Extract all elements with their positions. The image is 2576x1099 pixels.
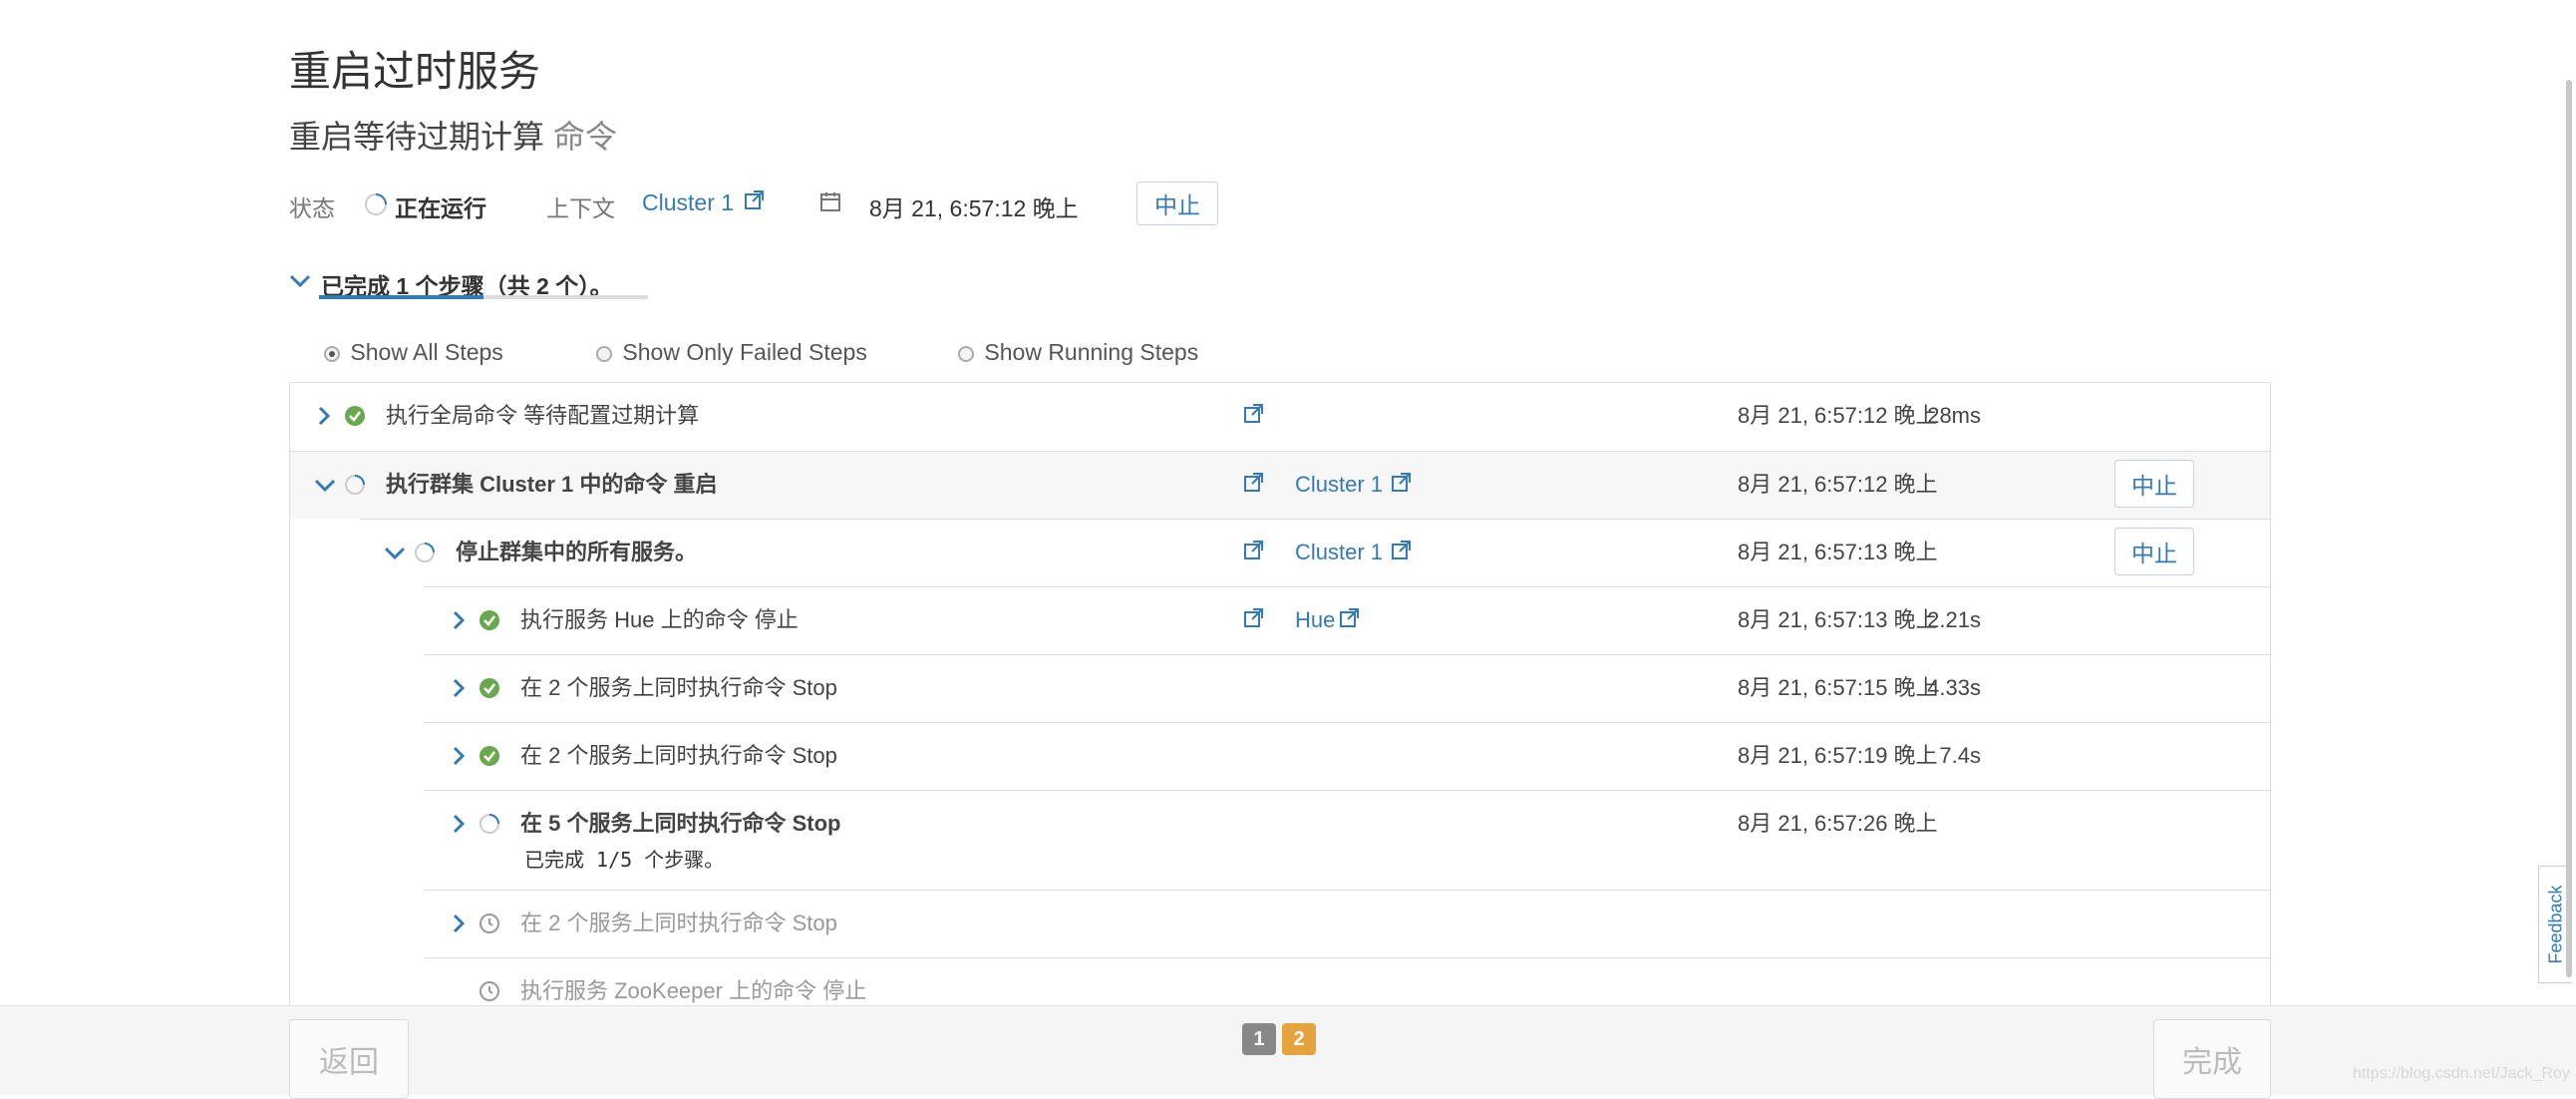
external-link-icon[interactable] (1391, 540, 1413, 561)
step-row[interactable]: 停止群集中的所有服务。 Cluster 1 8月 21, 6:57:13 晚上 中止 (360, 519, 2270, 586)
step-abort-button[interactable]: 中止 (2114, 528, 2194, 575)
step-start-time: 8月 21, 6:57:26 晚上 (1738, 811, 1938, 836)
spinner-icon (364, 192, 388, 216)
external-link-icon[interactable] (744, 189, 766, 211)
chevron-right-icon[interactable] (451, 813, 467, 835)
step-name: 在 2 个服务上同时执行命令 Stop (520, 743, 837, 768)
status-bar: 状态 正在运行 上下文 Cluster 1 8月 21, 6:57:12 晚上 … (289, 182, 1246, 225)
step-name: 执行服务 Hue 上的命令 停止 (520, 607, 799, 632)
filter-label: Show Running Steps (984, 339, 1199, 365)
radio-icon[interactable] (596, 345, 612, 362)
step-name: 执行群集 Cluster 1 中的命令 重启 (386, 472, 718, 497)
spinner-icon (479, 813, 500, 835)
steps-table: 执行全局命令 等待配置过期计算 8月 21, 6:57:12 晚上 28ms 执行群集… (289, 382, 2271, 1005)
step-row[interactable]: 执行全局命令 等待配置过期计算 8月 21, 6:57:12 晚上 28ms (290, 383, 2270, 451)
command-title: 重启等待过期计算 命令 (289, 112, 617, 158)
step-row[interactable]: 执行服务 Hue 上的命令 停止 Hue 8月 21, 6:57:13 晚上 2.21… (425, 586, 2270, 654)
check-circle-icon (479, 609, 500, 631)
command-name: 重启等待过期计算 (289, 119, 545, 155)
chevron-right-icon[interactable] (316, 405, 332, 427)
check-circle-icon (479, 677, 500, 699)
page-1[interactable]: 1 (1242, 1023, 1276, 1055)
check-circle-icon (344, 405, 366, 427)
step-row[interactable]: 在 2 个服务上同时执行命令 Stop 8月 21, 6:57:19 晚上 7.4s (425, 722, 2270, 790)
status-value: 正在运行 (395, 195, 486, 221)
spinner-icon (344, 474, 366, 496)
abort-button[interactable]: 中止 (1136, 182, 1218, 225)
radio-icon[interactable] (958, 345, 974, 362)
step-duration: 28ms (1927, 403, 1981, 428)
step-start-time: 8月 21, 6:57:12 晚上 (1738, 472, 1938, 497)
chevron-right-icon[interactable] (451, 677, 467, 699)
check-circle-icon (479, 745, 500, 767)
external-link-icon[interactable] (1243, 472, 1265, 494)
page-title: 重启过时服务 (289, 48, 541, 95)
summary-progress-fill (319, 295, 483, 299)
radio-selected-icon[interactable] (324, 345, 340, 362)
filter-running-steps[interactable]: Show Running Steps (958, 339, 1198, 366)
step-duration: 2.21s (1927, 607, 1981, 632)
step-context-link[interactable]: Cluster 1 (1295, 471, 1383, 499)
feedback-label: Feedback (2545, 885, 2565, 964)
step-name: 在 5 个服务上同时执行命令 Stop (520, 811, 841, 836)
scrollbar[interactable] (2566, 80, 2572, 977)
page-2[interactable]: 2 (1282, 1023, 1316, 1055)
step-context-link[interactable]: Hue (1295, 606, 1335, 634)
finish-button[interactable]: 完成 (2153, 1019, 2271, 1099)
step-row[interactable]: 在 2 个服务上同时执行命令 Stop (425, 890, 2270, 957)
step-context-link[interactable]: Cluster 1 (1295, 539, 1383, 566)
chevron-right-icon[interactable] (451, 913, 467, 934)
chevron-right-icon[interactable] (451, 745, 467, 767)
step-row[interactable]: 执行群集 Cluster 1 中的命令 重启 Cluster 1 8月 21, 6:… (290, 451, 2270, 519)
step-filters: Show All Steps Show Only Failed Steps Sh… (324, 339, 1261, 369)
step-name: 在 2 个服务上同时执行命令 Stop (520, 675, 837, 700)
clock-icon (479, 913, 500, 934)
step-row[interactable]: 执行服务 ZooKeeper 上的命令 停止 (425, 957, 2270, 1005)
spinner-icon (414, 542, 436, 563)
clock-icon (479, 980, 500, 1002)
step-start-time: 8月 21, 6:57:13 晚上 (1738, 540, 1938, 564)
context-link[interactable]: Cluster 1 (642, 189, 734, 216)
command-suffix: 命令 (552, 119, 617, 155)
filter-failed-steps[interactable]: Show Only Failed Steps (596, 339, 867, 366)
step-abort-button[interactable]: 中止 (2114, 460, 2194, 508)
chevron-down-icon[interactable] (314, 478, 336, 494)
chevron-down-icon[interactable] (384, 546, 406, 561)
external-link-icon[interactable] (1243, 540, 1265, 561)
step-row[interactable]: 在 2 个服务上同时执行命令 Stop 8月 21, 6:57:15 晚上 4.33… (425, 654, 2270, 722)
step-progress: 已完成 1/5 个步骤。 (524, 848, 725, 872)
external-link-icon[interactable] (1391, 472, 1413, 494)
step-name: 执行全局命令 等待配置过期计算 (386, 403, 700, 428)
calendar-icon (819, 190, 841, 212)
filter-all-steps[interactable]: Show All Steps (324, 339, 503, 366)
context-label: 上下文 (546, 195, 615, 221)
external-link-icon[interactable] (1243, 403, 1265, 425)
back-button[interactable]: 返回 (289, 1019, 409, 1099)
watermark: https://blog.csdn.net/Jack_Roy (2353, 1065, 2570, 1082)
step-row[interactable]: 在 5 个服务上同时执行命令 Stop 已完成 1/5 个步骤。 8月 21, 6:… (425, 790, 2270, 890)
chevron-right-icon[interactable] (451, 609, 467, 631)
external-link-icon[interactable] (1243, 607, 1265, 629)
step-duration: 4.33s (1927, 675, 1981, 700)
step-duration: 7.4s (1939, 743, 1981, 768)
step-name: 停止群集中的所有服务。 (456, 540, 698, 564)
status-label: 状态 (289, 195, 335, 221)
start-timestamp: 8月 21, 6:57:12 晚上 (869, 195, 1079, 221)
filter-label: Show All Steps (350, 339, 503, 365)
filter-label: Show Only Failed Steps (622, 339, 867, 365)
step-name: 在 2 个服务上同时执行命令 Stop (520, 911, 837, 935)
step-name: 执行服务 ZooKeeper 上的命令 停止 (520, 978, 867, 1003)
chevron-down-icon (289, 273, 311, 289)
external-link-icon[interactable] (1339, 607, 1361, 629)
